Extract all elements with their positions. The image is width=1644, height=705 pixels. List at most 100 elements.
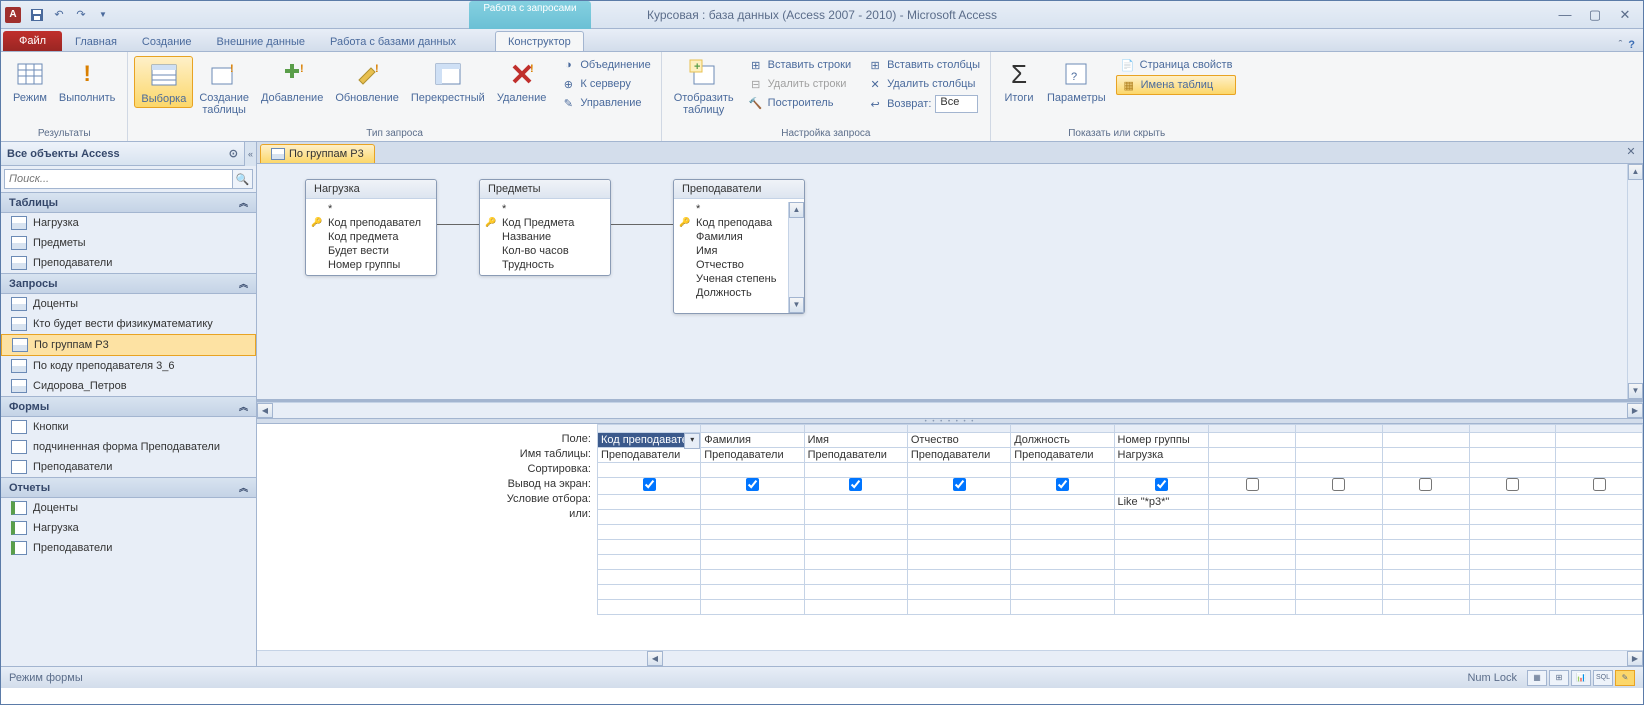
insert-rows-button[interactable]: ⊞Вставить строки (744, 56, 855, 74)
show-checkbox[interactable] (1056, 478, 1069, 491)
grid-cell[interactable]: Преподаватели (701, 448, 804, 463)
nav-item-query[interactable]: Кто будет вести физикуматематику (1, 314, 256, 334)
grid-cell[interactable] (1382, 478, 1469, 495)
grid-cell[interactable] (1011, 495, 1114, 510)
grid-cell[interactable] (1556, 555, 1643, 570)
grid-cell[interactable] (804, 600, 907, 615)
grid-cell[interactable] (1469, 510, 1556, 525)
qat-dropdown-icon[interactable]: ▼ (93, 5, 113, 25)
grid-cell[interactable] (1469, 585, 1556, 600)
show-checkbox[interactable] (1332, 478, 1345, 491)
grid-cell[interactable] (804, 555, 907, 570)
grid-cell[interactable] (701, 425, 804, 433)
grid-cell[interactable] (597, 540, 700, 555)
grid-cell[interactable] (1114, 570, 1209, 585)
grid-cell[interactable] (804, 585, 907, 600)
table-field[interactable]: Код преподавател (308, 216, 434, 230)
grid-cell[interactable] (1209, 525, 1296, 540)
grid-cell[interactable] (701, 478, 804, 495)
table-field[interactable]: * (308, 202, 434, 216)
tab-file[interactable]: Файл (3, 31, 62, 51)
show-checkbox[interactable] (1246, 478, 1259, 491)
grid-cell[interactable] (1556, 478, 1643, 495)
nav-item-form[interactable]: Кнопки (1, 417, 256, 437)
table-field[interactable]: Будет вести (308, 244, 434, 258)
grid-cell[interactable] (1296, 495, 1383, 510)
grid-cell[interactable] (1011, 510, 1114, 525)
grid-cell[interactable] (1011, 555, 1114, 570)
grid-cell[interactable] (701, 510, 804, 525)
grid-cell[interactable] (1382, 510, 1469, 525)
datadef-button[interactable]: ✎Управление (556, 94, 654, 112)
run-button[interactable]: ! Выполнить (53, 56, 121, 106)
scroll-right-icon[interactable]: ▶ (1627, 403, 1643, 418)
scroll-right-icon[interactable]: ▶ (1627, 651, 1643, 666)
grid-cell[interactable] (1382, 585, 1469, 600)
grid-cell[interactable] (1556, 585, 1643, 600)
scroll-down-icon[interactable]: ▼ (1628, 383, 1643, 399)
grid-cell[interactable] (1114, 555, 1209, 570)
table-field[interactable]: Трудность (482, 258, 608, 272)
make-table-button[interactable]: ! Создание таблицы (193, 56, 255, 118)
tab-external-data[interactable]: Внешние данные (205, 32, 317, 51)
grid-cell[interactable] (597, 585, 700, 600)
table-field[interactable]: Фамилия (676, 230, 790, 244)
show-table-button[interactable]: + Отобразить таблицу (668, 56, 740, 118)
totals-button[interactable]: Σ Итоги (997, 56, 1041, 106)
grid-cell[interactable] (1209, 600, 1296, 615)
grid-cell[interactable] (1556, 425, 1643, 433)
delete-rows-button[interactable]: ⊟Удалить строки (744, 75, 855, 93)
grid-cell[interactable] (1209, 555, 1296, 570)
grid-cell[interactable] (1114, 425, 1209, 433)
grid-cell[interactable] (1209, 570, 1296, 585)
table-field[interactable]: Отчество (676, 258, 790, 272)
grid-cell[interactable] (907, 463, 1010, 478)
grid-cell[interactable] (1296, 463, 1383, 478)
grid-cell[interactable] (1556, 525, 1643, 540)
grid-cell[interactable] (1209, 425, 1296, 433)
delete-cols-button[interactable]: ✕Удалить столбцы (863, 75, 984, 93)
grid-cell[interactable] (1382, 600, 1469, 615)
grid-cell[interactable] (1011, 585, 1114, 600)
tab-database-tools[interactable]: Работа с базами данных (318, 32, 468, 51)
grid-cell[interactable] (1296, 525, 1383, 540)
table-field[interactable]: Код Предмета (482, 216, 608, 230)
nav-cat-forms[interactable]: Формы︽ (1, 396, 256, 417)
query-grid[interactable]: Код преподаватеФамилияИмяОтчествоДолжнос… (597, 424, 1643, 615)
grid-cell[interactable] (1469, 600, 1556, 615)
document-close-button[interactable]: ✕ (1623, 145, 1639, 161)
tab-create[interactable]: Создание (130, 32, 204, 51)
grid-cell[interactable] (1209, 540, 1296, 555)
nav-cat-reports[interactable]: Отчеты︽ (1, 477, 256, 498)
help-icon[interactable]: ? (1628, 39, 1635, 51)
nav-item-table[interactable]: Предметы (1, 233, 256, 253)
grid-cell[interactable] (804, 495, 907, 510)
params-button[interactable]: ? Параметры (1041, 56, 1112, 106)
grid-cell[interactable] (1469, 495, 1556, 510)
append-button[interactable]: ! Добавление (255, 56, 329, 106)
table-field[interactable]: Кол-во часов (482, 244, 608, 258)
grid-cell[interactable] (597, 463, 700, 478)
grid-cell[interactable] (701, 570, 804, 585)
nav-item-report[interactable]: Доценты (1, 498, 256, 518)
grid-cell[interactable] (597, 525, 700, 540)
table-scrollbar[interactable]: ▲ ▼ (788, 202, 804, 313)
grid-cell[interactable]: Отчество (907, 433, 1010, 448)
grid-cell[interactable] (701, 525, 804, 540)
grid-cell[interactable] (1011, 570, 1114, 585)
grid-cell[interactable] (1209, 448, 1296, 463)
grid-cell[interactable] (1011, 600, 1114, 615)
property-sheet-button[interactable]: 📄Страница свойств (1116, 56, 1237, 74)
grid-cell[interactable] (1382, 463, 1469, 478)
grid-cell[interactable]: Фамилия (701, 433, 804, 448)
grid-cell[interactable] (1296, 433, 1383, 448)
grid-cell[interactable] (1469, 525, 1556, 540)
ribbon-minimize-icon[interactable]: ˆ (1619, 39, 1623, 51)
document-tab[interactable]: По группам Р3 (260, 144, 375, 163)
grid-cell[interactable] (1469, 448, 1556, 463)
passthrough-button[interactable]: ⊕К серверу (556, 75, 654, 93)
grid-cell[interactable] (907, 525, 1010, 540)
table-box-nagruzka[interactable]: Нагрузка * Код преподавател Код предмета… (305, 179, 437, 276)
grid-cell[interactable] (1114, 478, 1209, 495)
grid-cell[interactable] (1556, 540, 1643, 555)
